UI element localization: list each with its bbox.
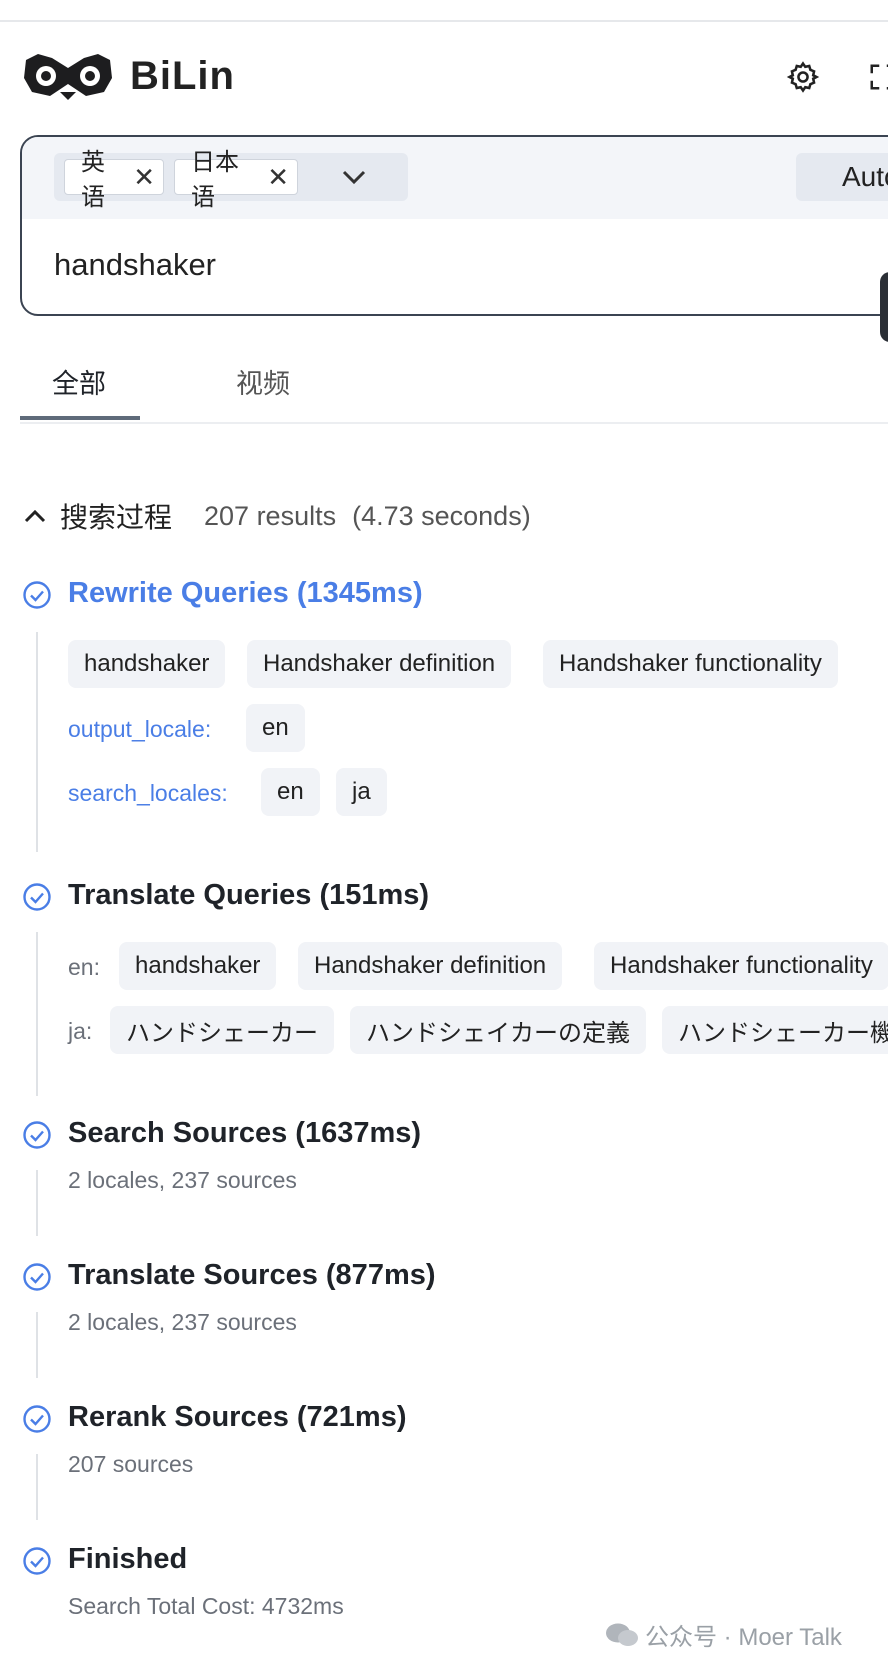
search-locales-label: search_locales: [68, 780, 228, 806]
step-detail: 2 locales, 237 sources [68, 1309, 297, 1335]
chevron-down-icon[interactable] [340, 165, 368, 189]
locale-bar: 英语 ✕ 日本语 ✕ Auto [22, 137, 888, 219]
watermark-text: 公众号 · Moer Talk [645, 1624, 842, 1651]
check-circle-icon [23, 1547, 51, 1575]
app-name: BiLin [130, 54, 235, 98]
step-translate-sources[interactable]: Translate Sources (877ms) [68, 1259, 436, 1292]
timeline-line [36, 632, 38, 852]
check-circle-icon [23, 1121, 51, 1149]
query-chip: Handshaker definition [247, 640, 512, 688]
query-chip: Handshaker functionality [543, 640, 838, 688]
step-detail: 2 locales, 237 sources [68, 1167, 297, 1193]
output-locale-label: output_locale: [68, 716, 212, 742]
check-circle-icon [23, 1405, 51, 1433]
query-chip: handshaker [119, 942, 277, 990]
query-chip: Handshaker functionality [594, 942, 888, 990]
locale-tag-english: 英语 ✕ [64, 149, 164, 211]
locale-chip: en [261, 768, 320, 816]
chevron-up-icon [24, 509, 46, 523]
side-action-button[interactable] [880, 272, 888, 342]
tab-all[interactable]: 全部 [52, 362, 106, 401]
query-chip: ハンドシェーカー機 [662, 1006, 888, 1054]
tab-video[interactable]: 视频 [236, 362, 290, 401]
result-count: 207 results [204, 500, 337, 531]
wechat-icon [606, 1623, 638, 1646]
en-label: en: [68, 954, 100, 980]
step-search-sources[interactable]: Search Sources (1637ms) [68, 1117, 421, 1150]
locale-select[interactable]: 英语 ✕ 日本语 ✕ [54, 149, 408, 211]
search-process-toggle[interactable]: 搜索过程 207 results (4.73 seconds) [22, 496, 531, 536]
remove-tag-icon[interactable]: ✕ [133, 164, 155, 190]
step-translate-queries[interactable]: Translate Queries (151ms) [68, 879, 429, 912]
active-tab-indicator [20, 416, 140, 420]
process-title: 搜索过程 [60, 502, 173, 533]
fullscreen-icon[interactable] [868, 62, 888, 92]
query-chip: handshaker [68, 640, 226, 688]
timeline-line [36, 1454, 38, 1520]
locale-tag-label: 日本语 [191, 149, 239, 211]
timeline-line [36, 1170, 38, 1236]
check-circle-icon [23, 883, 51, 911]
timeline-line [36, 1312, 38, 1378]
mode-label: Auto [842, 161, 888, 192]
step-detail: 207 sources [68, 1451, 194, 1477]
locale-chip: en [246, 704, 305, 752]
step-rewrite-queries[interactable]: Rewrite Queries (1345ms) [68, 577, 423, 610]
ja-label: ja: [68, 1018, 93, 1044]
elapsed-time: (4.73 seconds) [352, 500, 531, 531]
settings-gear-icon[interactable] [786, 60, 820, 94]
mode-select-button[interactable]: Auto [796, 153, 888, 201]
tab-bar: 全部 视频 [20, 350, 888, 424]
locale-chip: ja [336, 768, 387, 816]
check-circle-icon [23, 581, 51, 609]
top-divider [0, 20, 888, 22]
remove-tag-icon[interactable]: ✕ [267, 164, 289, 190]
locale-tag-label: 英语 [81, 149, 105, 211]
bilin-logo-icon [24, 54, 112, 100]
step-finished[interactable]: Finished [68, 1543, 187, 1576]
check-circle-icon [23, 1263, 51, 1291]
search-input[interactable]: handshaker [54, 247, 216, 283]
step-rerank-sources[interactable]: Rerank Sources (721ms) [68, 1401, 407, 1434]
query-chip: ハンドシェーカー [110, 1006, 334, 1054]
step-detail: Search Total Cost: 4732ms [68, 1593, 344, 1619]
timeline-line [36, 932, 38, 1096]
search-box: 英语 ✕ 日本语 ✕ Auto handshaker [20, 135, 888, 316]
query-chip: Handshaker definition [298, 942, 563, 990]
query-chip: ハンドシェイカーの定義 [350, 1006, 646, 1054]
watermark: 公众号 · Moer Talk [605, 1617, 842, 1652]
locale-tag-japanese: 日本语 ✕ [174, 149, 298, 211]
